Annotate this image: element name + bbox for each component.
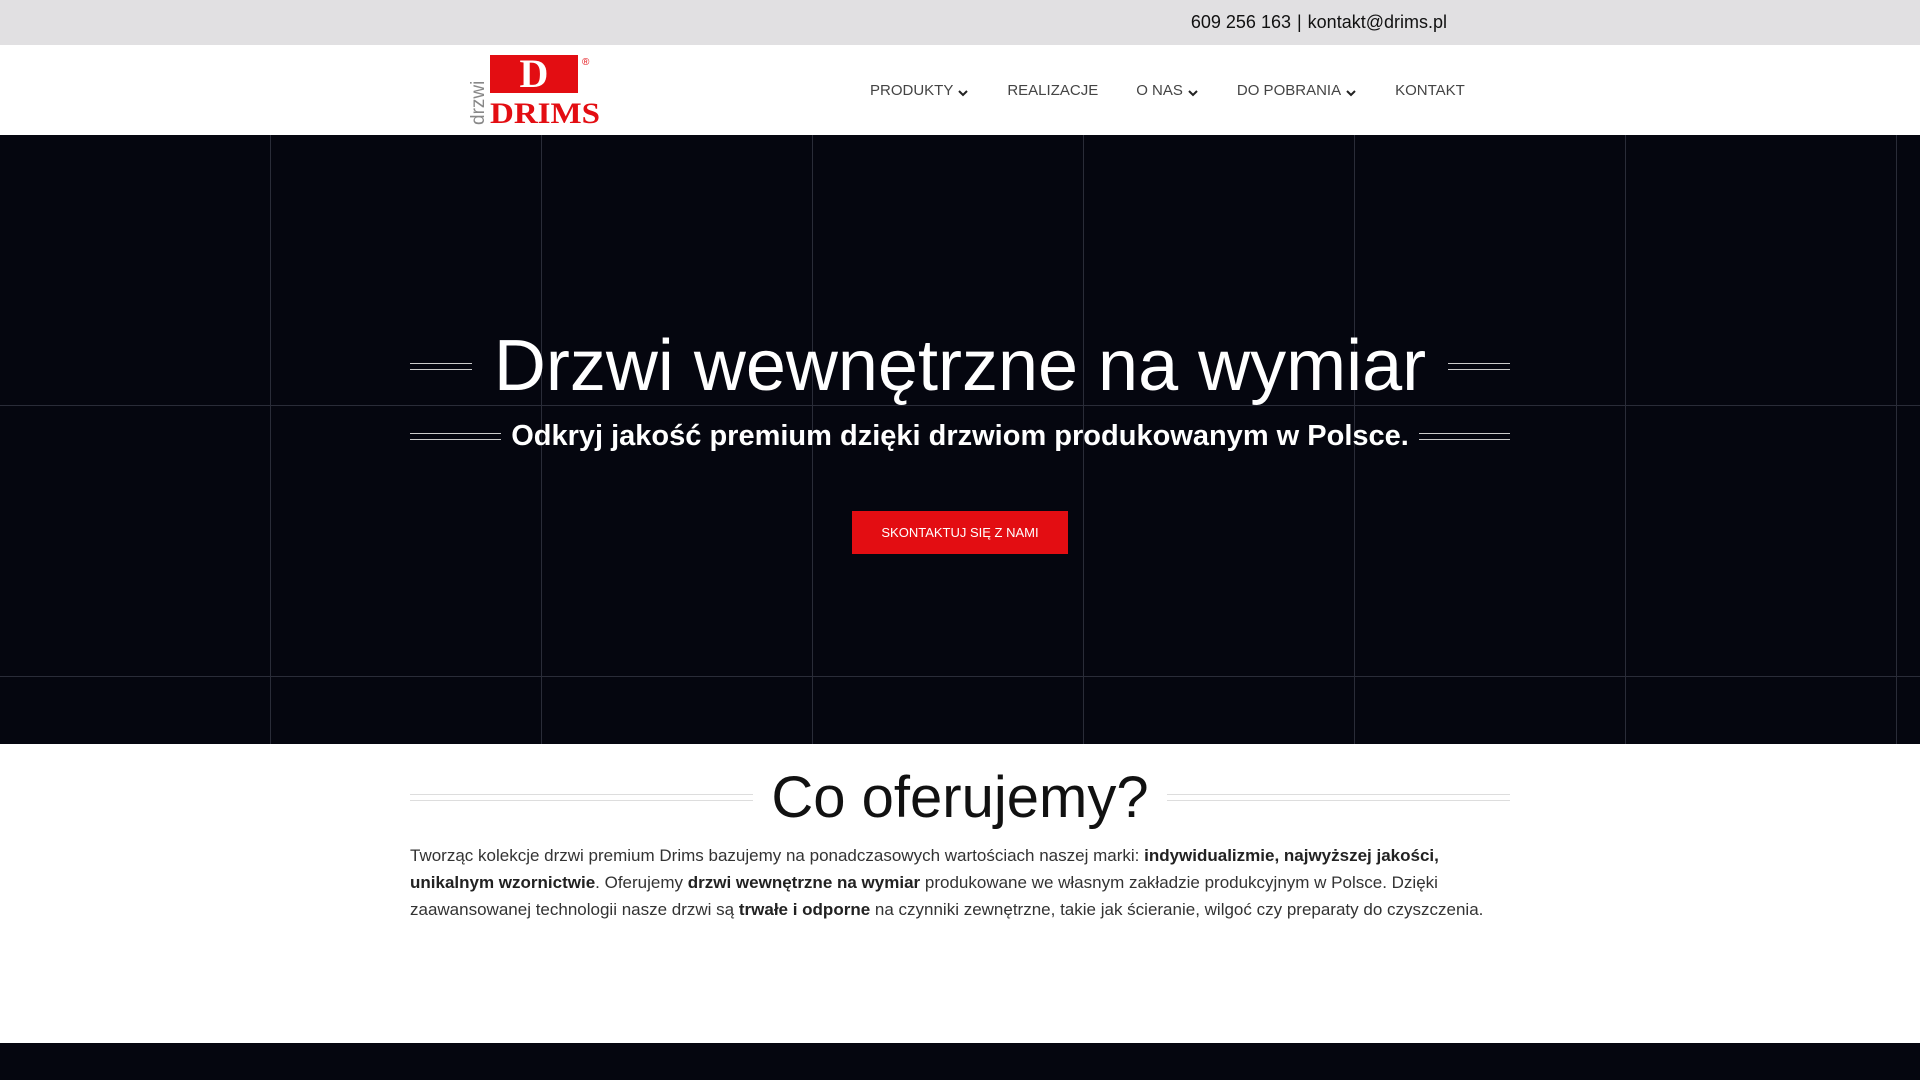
- hero-grid-line: [0, 676, 1920, 677]
- email-link[interactable]: kontakt@drims.pl: [1308, 12, 1447, 32]
- chevron-down-icon: [958, 90, 969, 97]
- hero-grid-line: [1896, 135, 1897, 744]
- nav-item-do-pobrania[interactable]: DO POBRANIA: [1237, 81, 1357, 99]
- offer-text-bold: drzwi wewnętrzne na wymiar: [687, 873, 921, 892]
- logo-vertical-text: drzwi: [470, 81, 489, 125]
- offer-section: Co oferujemy? Tworząc kolekcje drzwi pre…: [0, 744, 1920, 1043]
- decorative-line: [410, 794, 754, 801]
- hero-grid-line: [1625, 135, 1626, 744]
- offer-description: Tworząc kolekcje drzwi premium Drims baz…: [410, 842, 1510, 923]
- nav-label: REALIZACJE: [1007, 81, 1099, 99]
- offer-title: Co oferujemy?: [771, 765, 1149, 830]
- nav-item-o-nas[interactable]: O NAS: [1136, 81, 1199, 99]
- contact-us-button[interactable]: SKONTAKTUJ SIĘ Z NAMI: [852, 511, 1068, 554]
- nav-label: O NAS: [1136, 81, 1183, 99]
- nav-label: DO POBRANIA: [1236, 81, 1342, 99]
- chevron-down-icon: [1188, 90, 1198, 97]
- offer-title-row: Co oferujemy?: [410, 764, 1511, 831]
- decorative-line: [1448, 362, 1510, 370]
- footer-strip: [0, 1043, 1920, 1080]
- nav-item-kontakt[interactable]: KONTAKT: [1395, 82, 1465, 99]
- logo-name: DRIMS: [490, 97, 600, 125]
- main-nav: PRODUKTY REALIZACJE O NAS DO POBRANIA KO…: [870, 45, 1465, 135]
- offer-text-part: na czynniki zewnętrzne, takie jak ściera…: [870, 900, 1484, 919]
- hero-subtitle: Odkryj jakość premium dzięki drzwiom pro…: [511, 420, 1409, 452]
- contact-info: 609 256 163 | kontakt@drims.pl: [1188, 12, 1450, 33]
- chevron-down-icon: [1346, 90, 1356, 97]
- nav-item-produkty[interactable]: PRODUKTY: [870, 81, 969, 99]
- hero-subtitle-row: Odkryj jakość premium dzięki drzwiom pro…: [410, 420, 1511, 453]
- offer-text-part: . Oferujemy: [595, 873, 688, 892]
- nav-label: PRODUKTY: [870, 81, 954, 99]
- logo-letter: D: [520, 53, 549, 96]
- contact-separator: |: [1296, 12, 1302, 32]
- hero-title: Drzwi wewnętrzne na wymiar: [493, 326, 1427, 406]
- phone-link[interactable]: 609 256 163: [1191, 12, 1291, 32]
- decorative-line: [1166, 794, 1511, 801]
- decorative-line: [1418, 433, 1511, 440]
- offer-text-part: Tworząc kolekcje drzwi premium Drims baz…: [410, 846, 1145, 865]
- hero-section: Drzwi wewnętrzne na wymiar Odkryj jakość…: [0, 135, 1920, 744]
- decorative-line: [410, 433, 502, 440]
- hero-grid-line: [270, 135, 271, 744]
- drims-logo[interactable]: drzwi D ® DRIMS: [468, 51, 600, 130]
- logo-registered: ®: [582, 57, 590, 68]
- top-contact-bar: 609 256 163 | kontakt@drims.pl: [0, 0, 1920, 45]
- site-header: drzwi D ® DRIMS PRODUKTY REALIZACJE O NA…: [0, 45, 1920, 135]
- nav-item-realizacje[interactable]: REALIZACJE: [1007, 82, 1098, 99]
- nav-label: KONTAKT: [1395, 81, 1465, 99]
- offer-text-bold: trwałe i odporne: [738, 900, 871, 919]
- hero-title-row: Drzwi wewnętrzne na wymiar: [410, 325, 1510, 407]
- decorative-line: [410, 362, 472, 370]
